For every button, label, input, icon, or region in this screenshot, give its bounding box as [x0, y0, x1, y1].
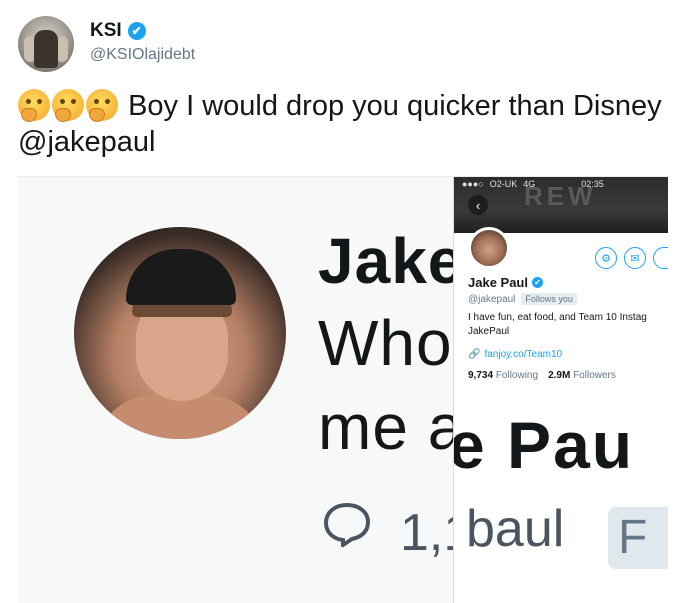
followers-stat[interactable]: 2.9M Followers	[548, 370, 616, 381]
author-handle[interactable]: @KSIOlajidebt	[90, 46, 195, 64]
phone-profile-handle: @jakepaul	[468, 293, 516, 305]
phone-profile-avatar[interactable]	[468, 227, 510, 269]
zoomed-name-fragment: Jake	[318, 225, 465, 297]
phone-header-banner: ●●●○ O2-UK 4G 02:35 REW ‹	[454, 177, 668, 233]
following-count: 9,734	[468, 370, 494, 381]
author-avatar[interactable]	[18, 16, 74, 72]
phone-profile-screenshot: ●●●○ O2-UK 4G 02:35 REW ‹ ⚙ ✉ Jake Paul …	[453, 177, 668, 603]
following-stat[interactable]: 9,734 Following	[468, 370, 538, 381]
zoomed-big-badge-fragment: F	[608, 507, 668, 569]
zoomed-line3-fragment: me a	[318, 391, 465, 463]
reply-bubble-icon	[323, 502, 371, 547]
phone-name-row: Jake Paul ✔	[468, 275, 543, 290]
link-icon: 🔗	[468, 349, 481, 360]
mail-icon[interactable]: ✉	[624, 247, 646, 269]
author-name-row[interactable]: KSI ✔	[90, 20, 146, 42]
thinking-face-emoji-icon	[86, 89, 118, 122]
thinking-face-emoji-icon	[52, 89, 84, 122]
bio-line-1: I have fun, eat food, and Team 10 Instag	[468, 312, 647, 323]
zoomed-profile-avatar	[74, 227, 286, 439]
banner-graphic: REW	[524, 181, 597, 211]
zoomed-big-name-fragment: e Pau	[453, 408, 635, 482]
phone-profile-name: Jake Paul	[468, 275, 528, 290]
followers-count: 2.9M	[548, 370, 571, 381]
phone-profile-bio: I have fun, eat food, and Team 10 Instag…	[468, 311, 668, 339]
verified-badge-icon: ✔	[127, 22, 146, 40]
tweet-media-image[interactable]: Jake Who me a 1,1 ●●●○ O2-UK 4G 02:35 RE…	[18, 176, 668, 603]
bio-line-2: JakePaul	[468, 326, 510, 337]
carrier-label: O2-UK	[489, 179, 518, 189]
followers-label: Followers	[573, 370, 616, 381]
zoomed-line2-fragment: Who	[318, 307, 453, 379]
phone-profile-stats: 9,734 Following 2.9M Followers	[468, 370, 616, 381]
following-label: Following	[495, 370, 539, 381]
phone-profile-link-row[interactable]: 🔗 fanjoy.co/Team10	[468, 349, 562, 360]
tweet-text: Boy I would drop you quicker than Disney…	[18, 88, 668, 160]
gear-icon[interactable]: ⚙	[595, 247, 617, 269]
back-button[interactable]: ‹	[468, 195, 488, 215]
verified-badge-icon: ✔	[532, 277, 543, 288]
thinking-face-emoji-icon	[18, 89, 50, 122]
phone-handle-row: @jakepaul Follows you	[468, 293, 577, 305]
follow-button[interactable]	[653, 247, 668, 269]
author-display-name[interactable]: KSI	[90, 20, 122, 42]
profile-link[interactable]: fanjoy.co/Team10	[484, 349, 562, 360]
signal-dots-icon: ●●●○	[462, 179, 484, 189]
follows-you-badge: Follows you	[521, 293, 577, 305]
zoomed-big-handle-fragment: baul	[466, 500, 565, 558]
tweet-header: KSI ✔ @KSIOlajidebt	[18, 14, 658, 74]
